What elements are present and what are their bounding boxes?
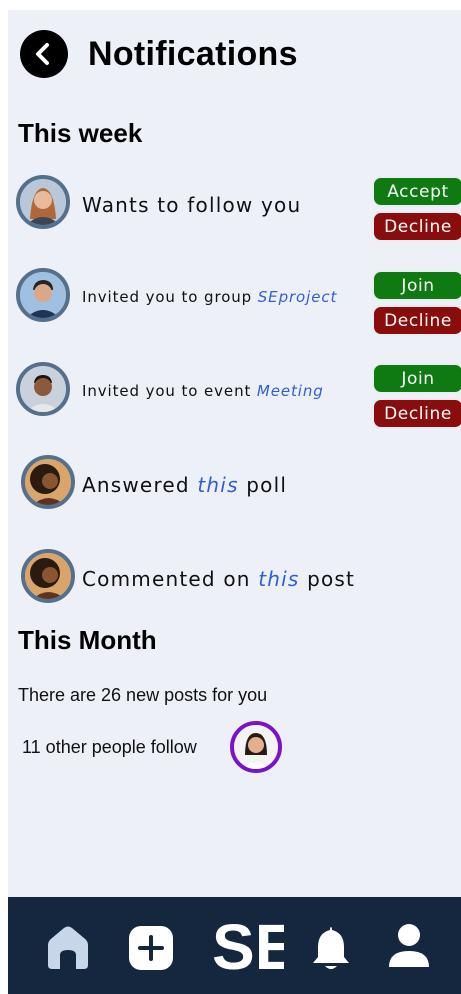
follower-avatar[interactable] <box>230 721 282 773</box>
join-button[interactable]: Join <box>372 363 461 394</box>
nav-home-logo[interactable]: SE <box>212 911 297 986</box>
notification-text: Invited you to group SEproject <box>82 288 337 306</box>
notification-event-invite: Invited you to event Meeting Join Declin… <box>16 362 461 429</box>
arrow-left-icon <box>36 43 49 65</box>
avatar[interactable] <box>16 175 70 229</box>
group-link[interactable]: SEproject <box>258 288 338 306</box>
notification-message: Wants to follow you <box>82 193 302 217</box>
followers-message[interactable]: 11 other people follow <box>22 737 197 758</box>
event-link[interactable]: Meeting <box>257 382 324 400</box>
decline-button[interactable]: Decline <box>372 398 461 429</box>
nav-notifications[interactable] <box>308 923 354 978</box>
nav-home[interactable] <box>44 923 92 976</box>
decline-button[interactable]: Decline <box>372 305 461 336</box>
svg-text:SE: SE <box>212 911 284 981</box>
notification-message: Invited you to group <box>82 288 258 306</box>
home-icon <box>48 926 88 969</box>
poll-link[interactable]: this <box>197 473 238 497</box>
notification-text: Wants to follow you <box>82 193 301 217</box>
notification-message: Commented on <box>82 567 259 591</box>
avatar[interactable] <box>16 362 70 416</box>
profile-icon <box>389 924 429 967</box>
notification-follow-request: Wants to follow you Accept Decline <box>16 175 461 242</box>
avatar[interactable] <box>21 549 75 603</box>
new-posts-message[interactable]: There are 26 new posts for you <box>18 685 267 706</box>
section-title-this-week: This week <box>18 118 143 148</box>
section-title-this-month: This Month <box>18 625 157 655</box>
notification-suffix: poll <box>238 473 288 497</box>
notification-text: Answered this poll <box>82 473 287 497</box>
nav-add-post[interactable] <box>128 925 174 976</box>
page-title: Notifications <box>88 34 298 73</box>
avatar[interactable] <box>16 268 70 322</box>
notification-post-comment: Commented on this post <box>16 549 456 611</box>
notification-group-invite: Invited you to group SEproject Join Decl… <box>16 268 461 336</box>
join-button[interactable]: Join <box>372 270 461 301</box>
decline-button[interactable]: Decline <box>372 211 461 242</box>
notification-suffix: post <box>299 567 356 591</box>
post-link[interactable]: this <box>258 567 299 591</box>
add-post-icon <box>129 926 173 970</box>
back-button[interactable] <box>20 30 68 78</box>
se-logo: SE <box>212 911 297 983</box>
accept-button[interactable]: Accept <box>372 176 461 207</box>
notification-text: Commented on this post <box>82 567 355 591</box>
notification-poll-answer: Answered this poll <box>16 455 456 517</box>
notification-text: Invited you to event Meeting <box>82 382 324 400</box>
bell-icon <box>313 927 349 969</box>
notification-message: Answered <box>82 473 198 497</box>
notification-message: Invited you to event <box>82 382 257 400</box>
bottom-navigation: SE <box>8 897 461 994</box>
notifications-screen: Notifications This week Wants to follow … <box>8 10 461 994</box>
nav-profile[interactable] <box>386 921 432 976</box>
avatar[interactable] <box>21 455 75 509</box>
header: Notifications <box>20 26 298 82</box>
